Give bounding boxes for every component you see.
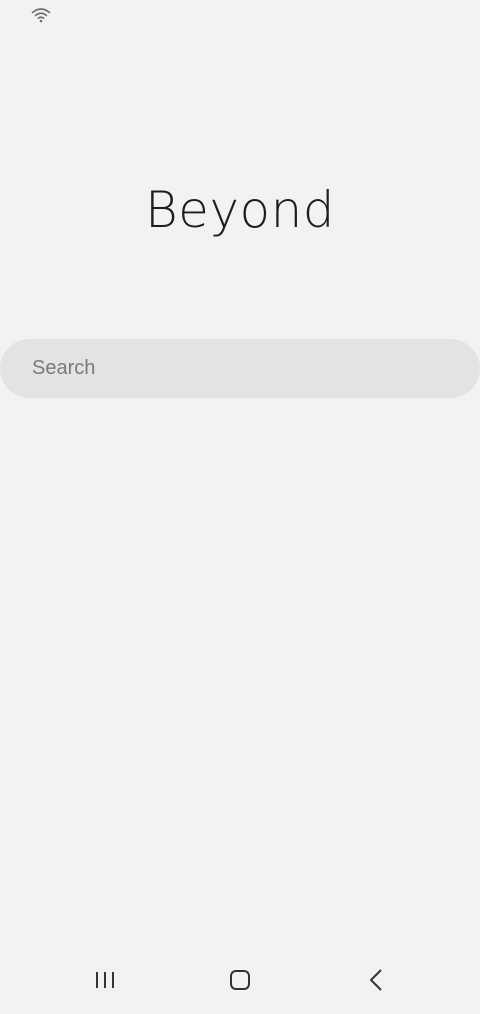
home-button[interactable] — [216, 960, 264, 1004]
back-icon — [364, 968, 388, 997]
status-bar — [0, 0, 480, 32]
wifi-icon — [31, 7, 51, 23]
back-button[interactable] — [352, 960, 400, 1004]
search-bar[interactable] — [0, 339, 480, 398]
page-title: Beyond — [144, 181, 336, 239]
recents-button[interactable] — [81, 960, 129, 1004]
home-icon — [228, 968, 252, 997]
search-input[interactable] — [32, 357, 432, 380]
navigation-bar — [0, 950, 480, 1014]
recents-icon — [93, 969, 117, 996]
